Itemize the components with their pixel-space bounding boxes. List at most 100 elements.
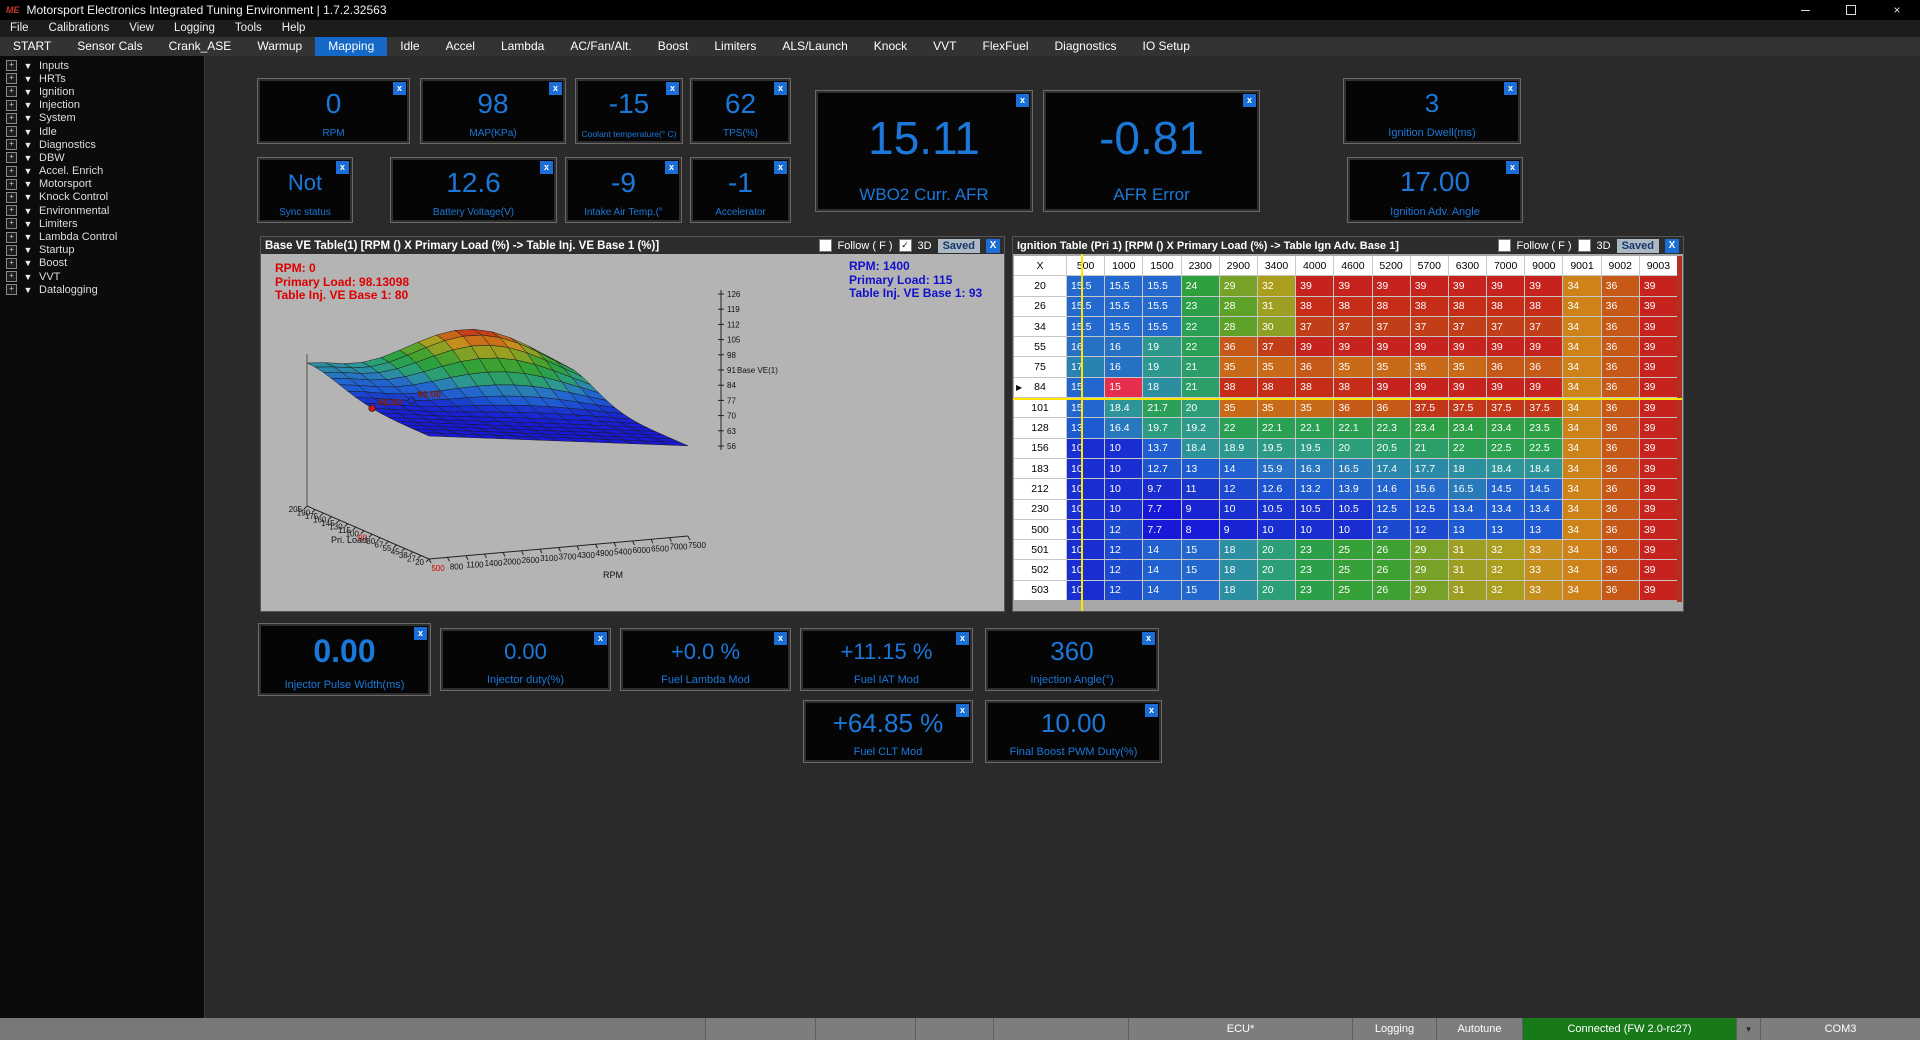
ignition-cell[interactable]: 10 (1067, 540, 1104, 559)
close-icon[interactable]: x (1506, 161, 1519, 174)
ignition-cell[interactable]: 17 (1067, 357, 1104, 376)
ignition-cell[interactable]: 36 (1602, 317, 1639, 336)
ignition-cell[interactable]: 10 (1105, 459, 1142, 478)
ignition-cell[interactable]: 10 (1296, 520, 1333, 539)
ignition-cell[interactable]: 38 (1296, 378, 1333, 397)
ignition-cell[interactable]: 34 (1563, 439, 1600, 458)
ignition-cell[interactable]: 35 (1258, 357, 1295, 376)
ignition-cell[interactable]: 36 (1602, 520, 1639, 539)
ignition-cell[interactable]: 10 (1067, 581, 1104, 600)
ignition-cell[interactable]: 39 (1525, 276, 1562, 295)
ignition-cell[interactable]: 39 (1373, 378, 1410, 397)
ignition-cell[interactable]: 13 (1487, 520, 1524, 539)
tab-sensor-cals[interactable]: Sensor Cals (64, 37, 155, 56)
ignition-cell[interactable]: 26 (1373, 581, 1410, 600)
ignition-cell[interactable]: 38 (1487, 297, 1524, 316)
follow-checkbox[interactable] (819, 239, 832, 252)
ignition-cell[interactable]: 16.3 (1296, 459, 1333, 478)
sidebar-item-inputs[interactable]: +▼Inputs (0, 59, 204, 72)
ignition-cell[interactable]: 14.5 (1487, 479, 1524, 498)
ignition-cell[interactable]: 14.5 (1525, 479, 1562, 498)
expand-icon[interactable]: + (6, 232, 17, 243)
ignition-cell[interactable]: 38 (1296, 297, 1333, 316)
ignition-cell[interactable]: 10 (1067, 520, 1104, 539)
ignition-cell[interactable]: 14 (1143, 540, 1180, 559)
ignition-cell[interactable]: 36 (1220, 337, 1257, 356)
close-button[interactable]: × (1874, 0, 1920, 20)
ignition-cell[interactable]: 34 (1563, 357, 1600, 376)
ignition-cell[interactable]: 28 (1220, 297, 1257, 316)
sidebar-item-lambda-control[interactable]: +▼Lambda Control (0, 230, 204, 243)
ignition-cell[interactable]: 39 (1640, 560, 1677, 579)
ignition-cell[interactable]: 12 (1105, 560, 1142, 579)
expand-icon[interactable]: + (6, 126, 17, 137)
ignition-cell[interactable]: 13 (1182, 459, 1219, 478)
ignition-cell[interactable]: 37.5 (1525, 398, 1562, 417)
status-autotune-button[interactable]: Autotune (1436, 1018, 1522, 1040)
ignition-cell[interactable]: 31 (1449, 540, 1486, 559)
threed-checkbox[interactable] (1578, 239, 1591, 252)
ignition-cell[interactable]: 10.5 (1258, 500, 1295, 519)
ignition-cell[interactable]: 16.4 (1105, 418, 1142, 437)
ignition-cell[interactable]: 39 (1296, 276, 1333, 295)
ignition-cell[interactable]: 37.5 (1487, 398, 1524, 417)
panel-close-button[interactable]: X (986, 239, 1000, 253)
ignition-cell[interactable]: 37 (1258, 337, 1295, 356)
ignition-cell[interactable]: 36 (1602, 378, 1639, 397)
tab-flexfuel[interactable]: FlexFuel (969, 37, 1041, 56)
expand-icon[interactable]: + (6, 271, 17, 282)
ignition-cell[interactable]: 29 (1411, 540, 1448, 559)
menu-item-logging[interactable]: Logging (164, 20, 225, 37)
ignition-cell[interactable]: 15 (1105, 378, 1142, 397)
ignition-cell[interactable]: 36 (1602, 418, 1639, 437)
ignition-cell[interactable]: 9 (1182, 500, 1219, 519)
ignition-cell[interactable]: 34 (1563, 418, 1600, 437)
ignition-cell[interactable]: 34 (1563, 459, 1600, 478)
ignition-cell[interactable]: 21 (1411, 439, 1448, 458)
expand-icon[interactable]: + (6, 139, 17, 150)
ignition-cell[interactable]: 16 (1105, 357, 1142, 376)
ignition-cell[interactable]: 31 (1258, 297, 1295, 316)
ignition-cell[interactable]: 36 (1602, 500, 1639, 519)
ignition-cell[interactable]: 15.5 (1105, 317, 1142, 336)
ignition-cell[interactable]: 39 (1640, 418, 1677, 437)
ignition-cell[interactable]: 10 (1067, 500, 1104, 519)
ignition-cell[interactable]: 24 (1182, 276, 1219, 295)
ignition-cell[interactable]: 12.7 (1143, 459, 1180, 478)
ignition-cell[interactable]: 36 (1602, 439, 1639, 458)
tab-lambda[interactable]: Lambda (488, 37, 557, 56)
status-connection[interactable]: Connected (FW 2.0-rc27) (1522, 1018, 1736, 1040)
sidebar-item-knock-control[interactable]: +▼Knock Control (0, 191, 204, 204)
ignition-cell[interactable]: 36 (1487, 357, 1524, 376)
ignition-cell[interactable]: 18 (1143, 378, 1180, 397)
ignition-cell[interactable]: 16 (1105, 337, 1142, 356)
ignition-cell[interactable]: 39 (1373, 337, 1410, 356)
ignition-cell[interactable]: 10.5 (1296, 500, 1333, 519)
tab-als-launch[interactable]: ALS/Launch (769, 37, 860, 56)
ignition-cell[interactable]: 23 (1182, 297, 1219, 316)
sidebar-item-diagnostics[interactable]: +▼Diagnostics (0, 138, 204, 151)
ignition-cell[interactable]: 35 (1220, 357, 1257, 376)
ignition-cell[interactable]: 14.6 (1373, 479, 1410, 498)
ignition-cell[interactable]: 23 (1296, 560, 1333, 579)
ignition-cell[interactable]: 16.5 (1334, 459, 1371, 478)
ignition-cell[interactable]: 33 (1525, 581, 1562, 600)
ignition-cell[interactable]: 20 (1258, 560, 1295, 579)
ignition-cell[interactable]: 39 (1411, 337, 1448, 356)
ignition-cell[interactable]: 35 (1449, 357, 1486, 376)
ignition-cell[interactable]: 21.7 (1143, 398, 1180, 417)
ignition-cell[interactable]: 23.4 (1487, 418, 1524, 437)
ignition-cell[interactable]: 39 (1373, 276, 1410, 295)
ignition-cell[interactable]: 11 (1182, 479, 1219, 498)
menu-item-view[interactable]: View (119, 20, 164, 37)
ignition-cell[interactable]: 38 (1334, 378, 1371, 397)
ignition-cell[interactable]: 36 (1602, 357, 1639, 376)
ignition-cell[interactable]: 36 (1525, 357, 1562, 376)
ignition-cell[interactable]: 12 (1105, 540, 1142, 559)
ignition-cell[interactable]: 18.4 (1525, 459, 1562, 478)
ignition-cell[interactable]: 23.4 (1449, 418, 1486, 437)
ignition-cell[interactable]: 38 (1334, 297, 1371, 316)
menu-item-help[interactable]: Help (272, 20, 316, 37)
threed-checkbox[interactable]: ✓ (899, 239, 912, 252)
ignition-cell[interactable]: 35 (1258, 398, 1295, 417)
